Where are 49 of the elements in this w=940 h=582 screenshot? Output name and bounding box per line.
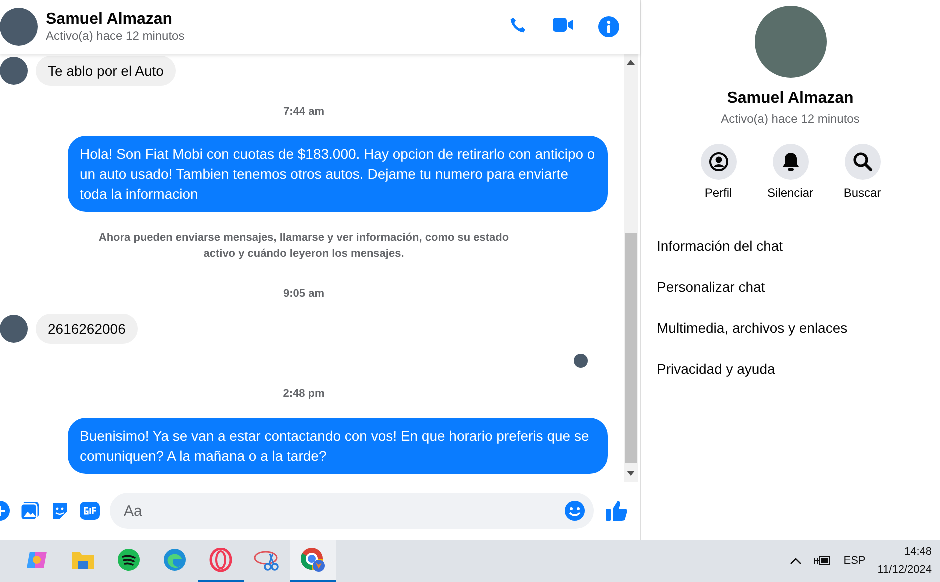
clock-date[interactable]: 11/12/2024 [878,561,932,579]
battery-icon[interactable] [814,555,832,567]
scroll-up-icon[interactable] [627,60,635,65]
info-icon[interactable] [598,16,620,38]
timestamp: 2:48 pm [283,388,325,400]
gif-icon[interactable] [80,502,100,520]
plus-icon[interactable] [0,501,10,521]
search-icon [852,152,872,172]
message-input[interactable]: Aa [122,502,564,520]
folder-icon [71,550,95,570]
profile-name: Samuel Almazan [727,90,854,108]
avatar [0,315,28,343]
sticker-icon[interactable] [50,501,70,521]
contact-name: Samuel Almazan [46,11,174,29]
profile-icon [708,152,728,172]
message-bubble: 2616262006 [36,314,138,344]
message-bubble: Hola! Son Fiat Mobi con cuotas de $183.000. Hay opcion de retirarlo con anticipo o un auto usado! Tambien tenemos otros autos. Dejame tu numero para enviarte toda la informacion [68,136,608,212]
chat-settings-item[interactable]: Privacidad y ayuda [641,349,940,390]
avatar [0,57,28,85]
scroll-down-icon[interactable] [627,471,635,476]
bell-icon [782,152,800,172]
contact-status: Activo(a) hace 12 minutos [46,29,186,43]
spotify-icon [117,548,141,572]
avatar [0,8,38,46]
system-notice: Ahora pueden enviarse mensajes, llamarse y ver información, como su estado activo y cuándo leyeron los mensajes. [98,231,510,262]
profile-action-button[interactable]: Silenciar [764,144,816,200]
profile-action-button[interactable]: Buscar [836,144,888,200]
emoji-icon[interactable] [564,500,586,522]
language-indicator[interactable]: ESP [844,555,866,567]
profile-status: Activo(a) hace 12 minutos [721,112,860,126]
message-bubble: Buenisimo! Ya se van a estar contactando con vos! En que horario preferis que se comuniquen? A la mañana o a la tarde? [68,418,608,474]
chevron-up-icon[interactable] [790,557,802,565]
edge-icon [163,548,187,572]
opera-icon [209,548,233,572]
profile-action-button[interactable]: Perfil [692,144,744,200]
chat-settings-item[interactable]: Información del chat [641,226,940,267]
scrollbar[interactable] [624,54,638,482]
message-bubble: Te ablo por el Auto [36,56,176,86]
composer-field[interactable]: Aa [110,493,594,529]
chat-settings-item[interactable]: Personalizar chat [641,267,940,308]
chrome-icon [300,547,326,573]
read-receipt-avatar [574,354,588,368]
thumbs-up-icon[interactable] [606,500,628,522]
image-icon[interactable] [20,501,40,521]
clock-time[interactable]: 14:48 [878,543,932,561]
chat-settings-item[interactable]: Multimedia, archivos y enlaces [641,308,940,349]
timestamp: 7:44 am [284,106,324,118]
timestamp: 9:05 am [284,288,324,300]
video-camera-icon[interactable] [552,16,574,34]
